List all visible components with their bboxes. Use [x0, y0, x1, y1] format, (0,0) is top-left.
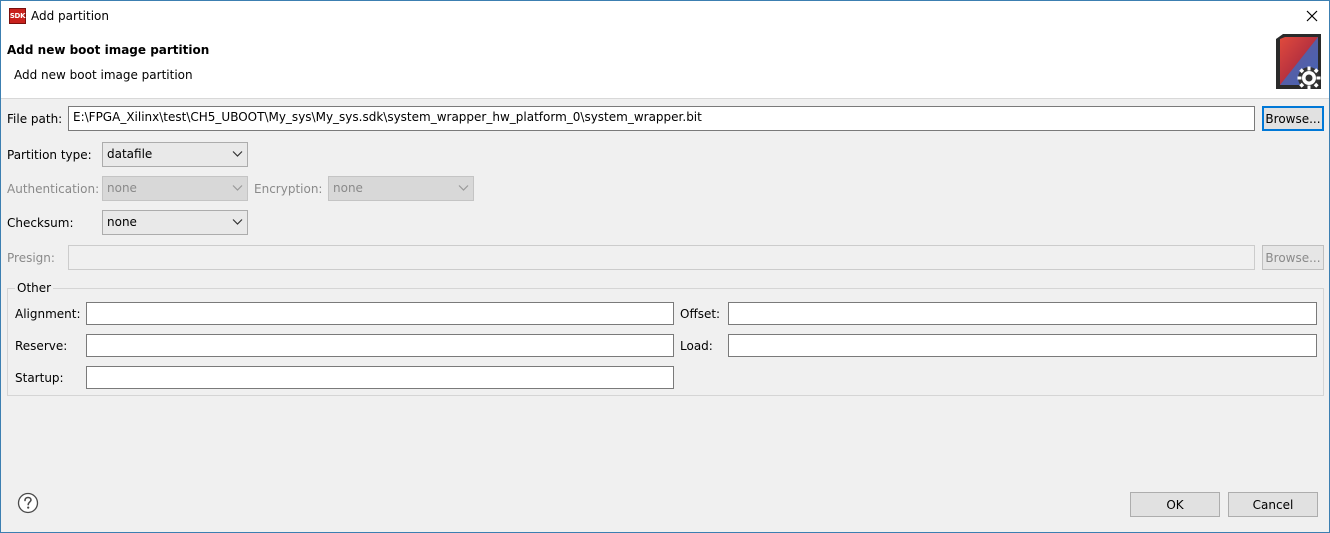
- startup-label: Startup:: [15, 371, 64, 385]
- authentication-select[interactable]: none: [102, 176, 248, 201]
- window-title: Add partition: [31, 9, 109, 23]
- file-path-input[interactable]: E:\FPGA_Xilinx\test\CH5_UBOOT\My_sys\My_…: [68, 106, 1255, 131]
- cancel-button[interactable]: Cancel: [1228, 492, 1318, 517]
- presign-label: Presign:: [7, 251, 55, 265]
- chevron-down-icon: [458, 185, 469, 191]
- encryption-select[interactable]: none: [328, 176, 474, 201]
- ok-button[interactable]: OK: [1130, 492, 1220, 517]
- add-partition-dialog: SDK Add partition Add new boot image par…: [0, 0, 1330, 533]
- close-button[interactable]: [1299, 3, 1325, 29]
- help-icon[interactable]: [17, 492, 39, 514]
- reserve-label: Reserve:: [15, 339, 68, 353]
- file-path-label: File path:: [7, 112, 63, 126]
- checksum-value: none: [107, 215, 137, 229]
- title-bar: SDK Add partition: [1, 1, 1329, 31]
- close-icon: [1306, 10, 1318, 22]
- file-path-browse-button[interactable]: Browse...: [1262, 106, 1324, 131]
- authentication-label: Authentication:: [7, 182, 100, 196]
- dialog-header: Add new boot image partition Add new boo…: [1, 31, 1329, 99]
- sdk-app-icon: SDK: [9, 8, 26, 24]
- boot-image-gear-icon: [1276, 34, 1321, 90]
- startup-input[interactable]: [86, 366, 674, 389]
- partition-type-label: Partition type:: [7, 148, 92, 162]
- reserve-input[interactable]: [86, 334, 674, 357]
- chevron-down-icon: [232, 219, 243, 225]
- presign-input[interactable]: [68, 245, 1255, 270]
- partition-type-value: datafile: [107, 147, 153, 161]
- partition-type-select[interactable]: datafile: [102, 142, 248, 167]
- load-label: Load:: [680, 339, 713, 353]
- encryption-label: Encryption:: [254, 182, 323, 196]
- alignment-input[interactable]: [86, 302, 674, 325]
- offset-label: Offset:: [680, 307, 721, 321]
- chevron-down-icon: [232, 151, 243, 157]
- offset-input[interactable]: [728, 302, 1317, 325]
- encryption-value: none: [333, 181, 363, 195]
- alignment-label: Alignment:: [15, 307, 81, 321]
- chevron-down-icon: [232, 185, 243, 191]
- checksum-select[interactable]: none: [102, 210, 248, 235]
- header-title: Add new boot image partition: [7, 43, 210, 57]
- presign-browse-button[interactable]: Browse...: [1262, 245, 1324, 270]
- load-input[interactable]: [728, 334, 1317, 357]
- authentication-value: none: [107, 181, 137, 195]
- header-description: Add new boot image partition: [14, 68, 193, 82]
- other-group-label: Other: [15, 281, 54, 295]
- sdk-app-icon-text: SDK: [9, 12, 26, 20]
- checksum-label: Checksum:: [7, 216, 74, 230]
